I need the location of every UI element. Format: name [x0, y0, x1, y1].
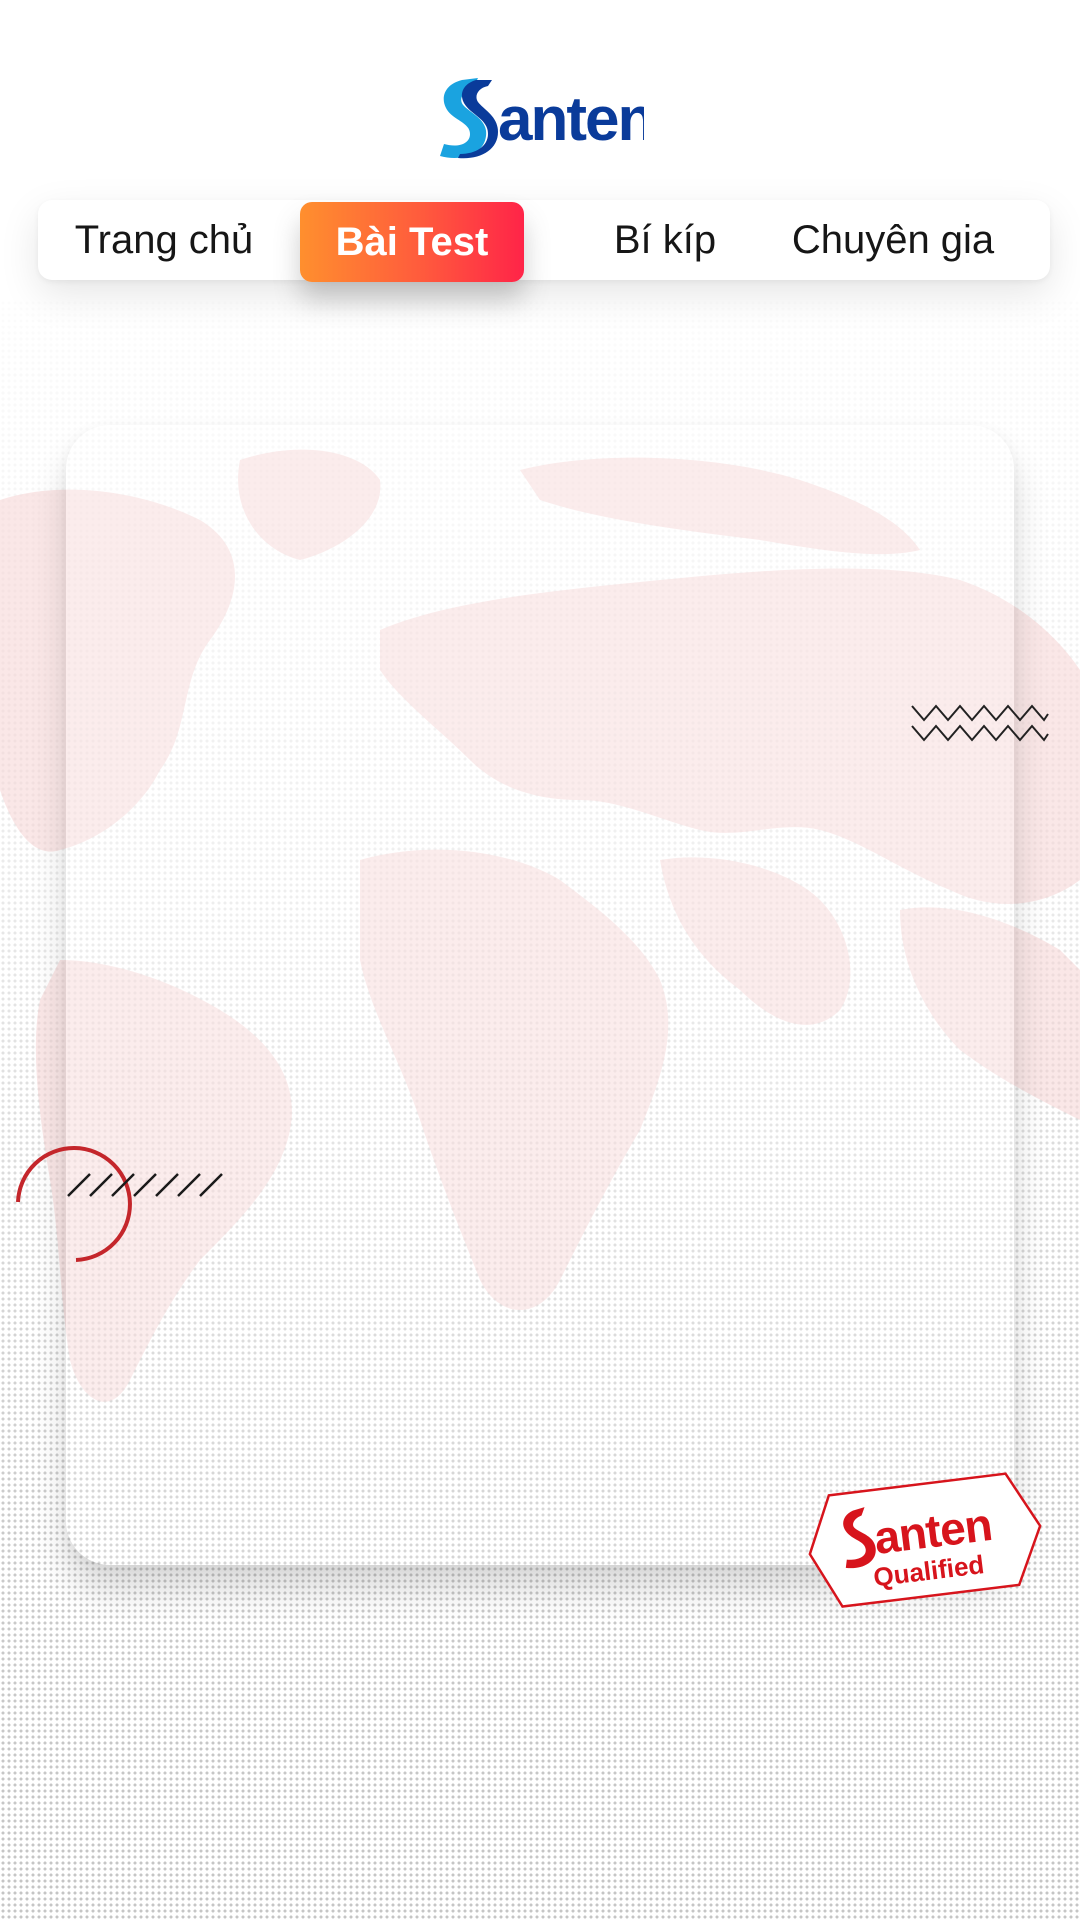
- circle-stripes-decoration: [16, 1146, 223, 1262]
- main-nav: Trang chủ Bài Test Bí kíp Chuyên gia: [38, 200, 1050, 282]
- santen-logo-text: anten: [498, 85, 644, 154]
- santen-logo[interactable]: anten: [436, 74, 644, 160]
- tab-chuyen-gia[interactable]: Chuyên gia: [752, 200, 1034, 280]
- tab-bi-kip[interactable]: Bí kíp: [550, 200, 780, 280]
- tab-trang-chu[interactable]: Trang chủ: [52, 200, 276, 280]
- tab-bai-test[interactable]: Bài Test: [300, 202, 524, 282]
- content-card: [66, 425, 1014, 1565]
- zigzag-decoration: [911, 704, 1049, 742]
- santen-qualified-badge: anten Qualified: [808, 1472, 1042, 1608]
